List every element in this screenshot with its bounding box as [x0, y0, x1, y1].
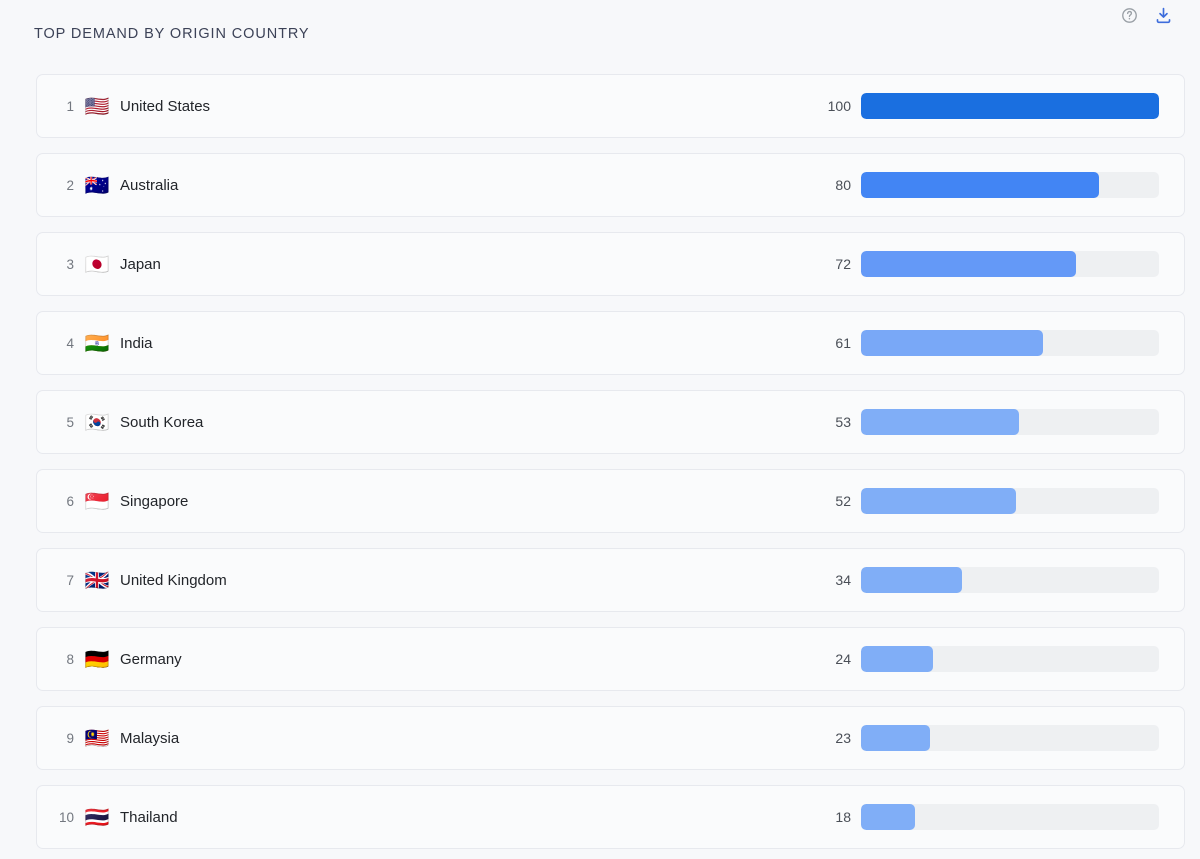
flag-japan-icon: 🇯🇵 — [84, 252, 110, 276]
value-label: 18 — [835, 809, 851, 825]
page-title: TOP DEMAND BY ORIGIN COUNTRY — [34, 26, 310, 42]
help-circle-icon[interactable] — [1118, 4, 1140, 26]
table-row[interactable]: 3 🇯🇵 Japan 72 — [36, 232, 1185, 296]
country-rank-list: 1 🇺🇸 United States 100 2 🇦🇺 Australia 80 3 🇯🇵 Japa… — [36, 74, 1185, 849]
bar-track — [861, 725, 1159, 751]
table-row[interactable]: 5 🇰🇷 South Korea 53 — [36, 390, 1185, 454]
table-row[interactable]: 6 🇸🇬 Singapore 52 — [36, 469, 1185, 533]
bar-track — [861, 409, 1159, 435]
rank-number: 8 — [66, 651, 74, 667]
bar-fill — [861, 172, 1100, 198]
rank-number: 5 — [66, 414, 74, 430]
value-label: 23 — [835, 730, 851, 746]
bar-track — [861, 172, 1159, 198]
bar-fill — [861, 251, 1076, 277]
country-name: Singapore — [120, 492, 189, 510]
country-name: South Korea — [120, 413, 204, 431]
widget-header: TOP DEMAND BY ORIGIN COUNTRY — [0, 0, 1200, 60]
value-label: 52 — [835, 493, 851, 509]
flag-united-kingdom-icon: 🇬🇧 — [84, 568, 110, 592]
bar-fill — [861, 330, 1043, 356]
bar-fill — [861, 804, 915, 830]
table-row[interactable]: 10 🇹🇭 Thailand 18 — [36, 785, 1185, 849]
bar-fill — [861, 725, 930, 751]
table-row[interactable]: 2 🇦🇺 Australia 80 — [36, 153, 1185, 217]
header-actions — [1118, 4, 1174, 26]
table-row[interactable]: 9 🇲🇾 Malaysia 23 — [36, 706, 1185, 770]
country-name: Germany — [120, 650, 182, 668]
country-name: United Kingdom — [120, 571, 227, 589]
bar-track — [861, 93, 1159, 119]
bar-fill — [861, 646, 933, 672]
flag-germany-icon: 🇩🇪 — [84, 647, 110, 671]
value-label: 100 — [827, 98, 851, 114]
bar-track — [861, 488, 1159, 514]
table-row[interactable]: 1 🇺🇸 United States 100 — [36, 74, 1185, 138]
value-label: 80 — [835, 177, 851, 193]
flag-singapore-icon: 🇸🇬 — [84, 489, 110, 513]
country-name: India — [120, 334, 153, 352]
flag-malaysia-icon: 🇲🇾 — [84, 726, 110, 750]
table-row[interactable]: 4 🇮🇳 India 61 — [36, 311, 1185, 375]
bar-track — [861, 646, 1159, 672]
bar-track — [861, 804, 1159, 830]
rank-number: 1 — [66, 98, 74, 114]
rank-number: 3 — [66, 256, 74, 272]
flag-thailand-icon: 🇹🇭 — [84, 805, 110, 829]
bar-track — [861, 251, 1159, 277]
bar-fill — [861, 409, 1019, 435]
value-label: 72 — [835, 256, 851, 272]
rank-number: 4 — [66, 335, 74, 351]
bar-fill — [861, 567, 963, 593]
table-row[interactable]: 7 🇬🇧 United Kingdom 34 — [36, 548, 1185, 612]
rank-number: 2 — [66, 177, 74, 193]
bar-fill — [861, 488, 1016, 514]
rank-number: 6 — [66, 493, 74, 509]
country-name: Japan — [120, 255, 161, 273]
rank-number: 10 — [58, 809, 74, 825]
flag-india-icon: 🇮🇳 — [84, 331, 110, 355]
flag-south-korea-icon: 🇰🇷 — [84, 410, 110, 434]
value-label: 34 — [835, 572, 851, 588]
value-label: 24 — [835, 651, 851, 667]
bar-fill — [861, 93, 1159, 119]
flag-united-states-icon: 🇺🇸 — [84, 94, 110, 118]
value-label: 61 — [835, 335, 851, 351]
rank-number: 7 — [66, 572, 74, 588]
value-label: 53 — [835, 414, 851, 430]
bar-track — [861, 330, 1159, 356]
country-name: United States — [120, 97, 211, 115]
flag-australia-icon: 🇦🇺 — [84, 173, 110, 197]
table-row[interactable]: 8 🇩🇪 Germany 24 — [36, 627, 1185, 691]
top-demand-widget: TOP DEMAND BY ORIGIN COUNTRY 1 🇺🇸 United S… — [0, 0, 1200, 859]
rank-number: 9 — [66, 730, 74, 746]
country-name: Malaysia — [120, 729, 180, 747]
country-name: Thailand — [120, 808, 178, 826]
bar-track — [861, 567, 1159, 593]
country-name: Australia — [120, 176, 179, 194]
download-icon[interactable] — [1152, 4, 1174, 26]
